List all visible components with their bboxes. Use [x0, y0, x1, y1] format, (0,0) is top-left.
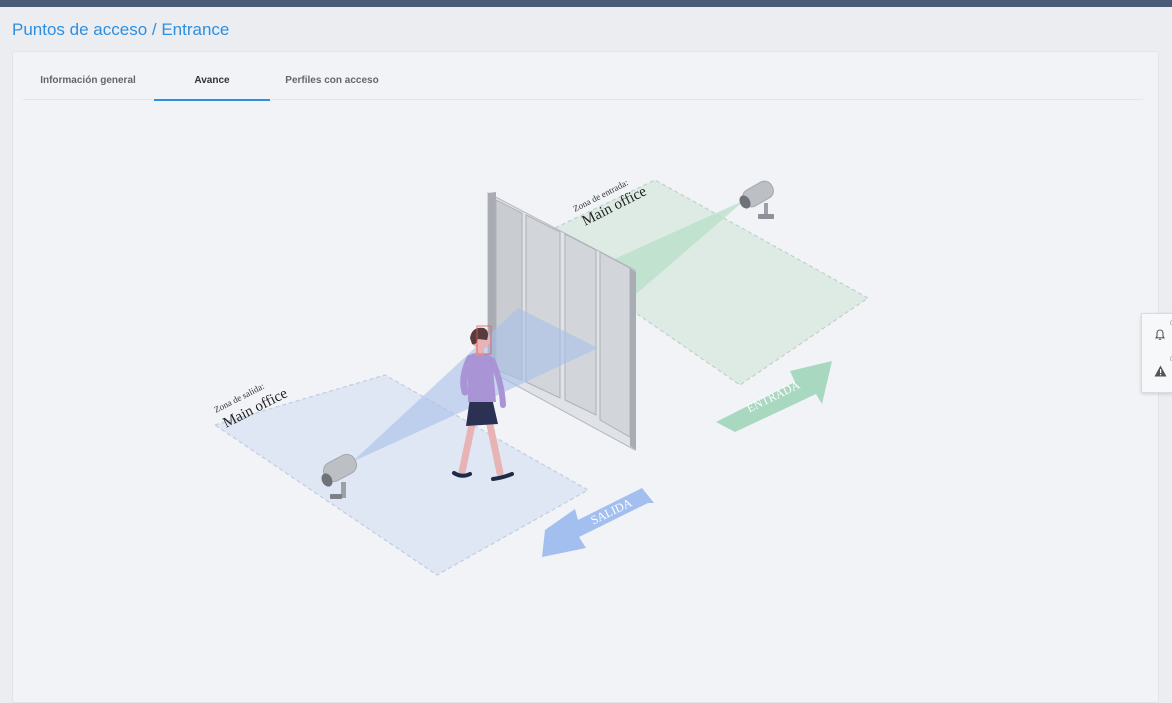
warning-icon[interactable] — [1154, 364, 1167, 382]
entry-camera-icon — [739, 180, 774, 219]
notification-bell-icon[interactable] — [1154, 328, 1166, 346]
access-point-illustration: ENTRADA SALIDA Zona de entrada: Main off… — [212, 177, 870, 576]
side-panel: 0 0 — [1141, 313, 1172, 393]
